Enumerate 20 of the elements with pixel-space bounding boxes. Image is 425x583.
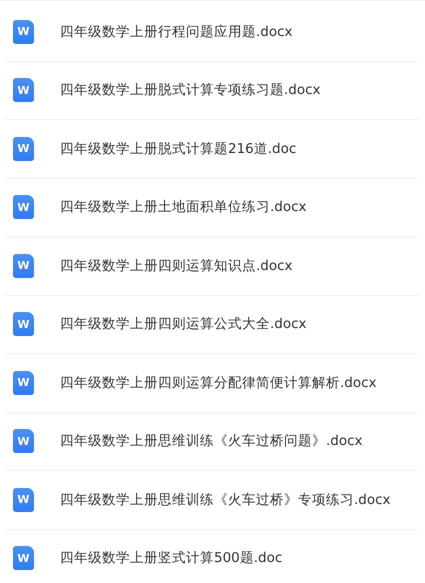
file-name[interactable]: 四年级数学上册思维训练《火车过桥问题》.docx bbox=[60, 432, 363, 450]
file-name[interactable]: 四年级数学上册竖式计算500题.doc bbox=[60, 549, 282, 568]
word-document-icon: W bbox=[13, 488, 34, 512]
word-document-icon: W bbox=[13, 546, 34, 570]
word-document-icon: W bbox=[13, 254, 34, 278]
word-document-icon: W bbox=[13, 20, 34, 44]
word-document-icon: W bbox=[13, 195, 34, 220]
word-document-icon: W bbox=[13, 78, 34, 102]
file-name[interactable]: 四年级数学上册思维训练《火车过桥》专项练习.docx bbox=[60, 490, 391, 509]
file-name[interactable]: 四年级数学上册行程问题应用题.docx bbox=[60, 22, 293, 41]
word-document-icon: W bbox=[13, 136, 34, 161]
file-name[interactable]: 四年级数学上册四则运算分配律简便计算解析.docx bbox=[60, 374, 377, 392]
file-name[interactable]: 四年级数学上册脱式计算专项练习题.docx bbox=[60, 81, 321, 100]
file-name[interactable]: 四年级数学上册四则运算知识点.docx bbox=[60, 256, 293, 275]
word-document-icon: W bbox=[13, 429, 34, 454]
file-name[interactable]: 四年级数学上册四则运算公式大全.docx bbox=[60, 315, 307, 334]
file-name[interactable]: 四年级数学上册脱式计算题216道.doc bbox=[60, 140, 296, 158]
file-name[interactable]: 四年级数学上册土地面积单位练习.docx bbox=[60, 198, 307, 216]
word-document-icon: W bbox=[13, 312, 34, 336]
word-document-icon: W bbox=[13, 370, 34, 395]
